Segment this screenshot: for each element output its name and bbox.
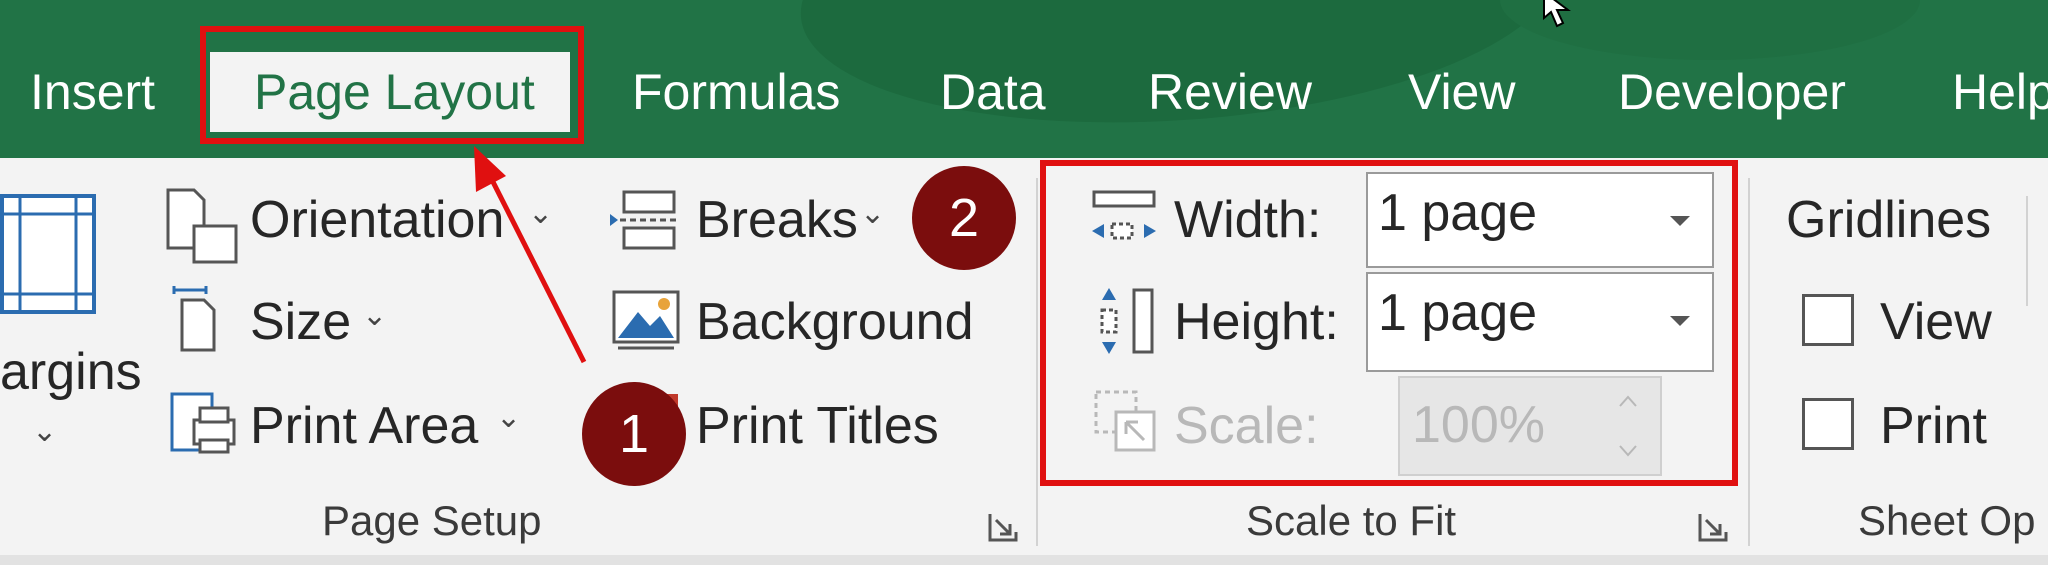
- scale-to-fit-dialog-launcher-icon[interactable]: [1698, 512, 1728, 542]
- background-button[interactable]: Background: [696, 292, 974, 352]
- print-area-chevron-icon[interactable]: ⌄: [496, 400, 521, 435]
- margins-dropdown-chevron-icon[interactable]: ⌄: [32, 414, 57, 449]
- gridlines-view-label[interactable]: View: [1880, 292, 1992, 352]
- size-icon[interactable]: [170, 286, 236, 354]
- mouse-cursor-icon: [1543, 0, 1571, 28]
- group-separator: [2026, 196, 2028, 306]
- breaks-button[interactable]: Breaks: [696, 190, 858, 250]
- tab-insert[interactable]: Insert: [30, 52, 155, 132]
- size-button[interactable]: Size: [250, 292, 351, 352]
- tab-data[interactable]: Data: [940, 52, 1046, 132]
- tab-help[interactable]: Help: [1952, 52, 2048, 132]
- size-chevron-icon[interactable]: ⌄: [362, 298, 387, 333]
- sheet-options-group-label: Sheet Op: [1858, 497, 2036, 544]
- page-setup-dialog-launcher-icon[interactable]: [988, 512, 1018, 542]
- print-area-icon[interactable]: [168, 390, 240, 456]
- page-setup-group-label: Page Setup: [322, 497, 542, 544]
- page-layout-tab-highlight: [200, 26, 584, 144]
- tab-view[interactable]: View: [1408, 52, 1515, 132]
- ribbon-bottom-border: [0, 555, 2048, 565]
- breaks-chevron-icon[interactable]: ⌄: [860, 196, 885, 231]
- scale-to-fit-group-label: Scale to Fit: [1246, 497, 1457, 544]
- gridlines-label: Gridlines: [1786, 191, 1992, 249]
- gridlines-view-checkbox[interactable]: [1802, 294, 1854, 346]
- breaks-icon[interactable]: [610, 188, 682, 252]
- gridlines-print-label[interactable]: Print: [1880, 396, 1987, 456]
- annotation-arrow-icon: [474, 146, 587, 364]
- margins-label[interactable]: argins: [0, 342, 142, 402]
- gridlines-print-checkbox[interactable]: [1802, 398, 1854, 450]
- background-icon[interactable]: [610, 288, 682, 354]
- tab-review[interactable]: Review: [1148, 52, 1312, 132]
- step-badge-2: 2: [912, 166, 1016, 270]
- print-titles-button[interactable]: Print Titles: [696, 396, 939, 456]
- tab-formulas[interactable]: Formulas: [632, 52, 840, 132]
- scale-to-fit-highlight: [1040, 160, 1738, 486]
- step-badge-1: 1: [582, 382, 686, 486]
- margins-icon[interactable]: [0, 192, 100, 316]
- print-area-button[interactable]: Print Area: [250, 396, 478, 456]
- group-separator: [1036, 178, 1038, 546]
- orientation-icon[interactable]: [164, 186, 240, 266]
- tab-developer[interactable]: Developer: [1618, 52, 1846, 132]
- group-separator: [1748, 178, 1750, 546]
